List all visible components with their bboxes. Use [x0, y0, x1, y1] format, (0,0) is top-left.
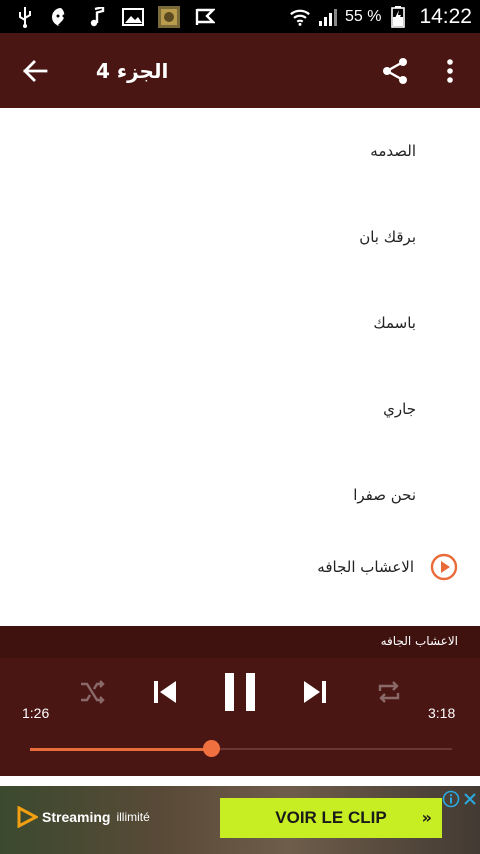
back-button[interactable]	[0, 33, 70, 108]
more-vertical-icon	[447, 58, 453, 83]
track-title: جاري	[383, 400, 416, 418]
ad-info-icon[interactable]	[442, 790, 460, 808]
ad-banner[interactable]: Streaming illimité VOIR LE CLIP »	[0, 786, 480, 854]
notification-icons	[0, 5, 216, 28]
skip-next-icon	[304, 681, 326, 703]
image-icon	[122, 6, 144, 28]
pause-button[interactable]	[218, 670, 262, 714]
list-item[interactable]: الصدمه	[0, 108, 480, 194]
share-icon	[383, 57, 407, 84]
ad-cta-chevron: »	[421, 808, 432, 827]
track-title: باسمك	[373, 314, 416, 332]
overflow-menu-button[interactable]	[428, 33, 472, 108]
seek-thumb[interactable]	[203, 740, 221, 757]
app-thumbnail-icon	[158, 5, 180, 28]
seek-bar[interactable]	[30, 740, 452, 757]
chat-bubble-icon	[50, 6, 72, 28]
media-player: الاعشاب الجافه 1:26 3:18	[0, 626, 480, 776]
list-item[interactable]: برقك بان	[0, 194, 480, 280]
battery-percent: 55 %	[344, 7, 382, 25]
skip-previous-icon	[154, 681, 176, 703]
seek-progress	[30, 748, 212, 751]
ad-brand-name: Streaming	[42, 809, 111, 825]
elapsed-time: 1:26	[22, 705, 50, 721]
app-screen: 55 % 14:22 الجزء 4 الصدمه برقك بان باسمك	[0, 0, 480, 854]
track-title: الاعشاب الجافه	[317, 558, 414, 576]
status-bar: 55 % 14:22	[0, 0, 480, 33]
list-item[interactable]: باسمك	[0, 280, 480, 366]
track-title: الصدمه	[370, 142, 416, 160]
system-icons: 55 % 14:22	[289, 5, 480, 29]
track-list: الصدمه برقك بان باسمك جاري نحن صفرا الاع…	[0, 108, 480, 626]
list-item-playing[interactable]: الاعشاب الجافه	[0, 524, 480, 610]
previous-button[interactable]	[148, 674, 182, 710]
shuffle-icon	[81, 680, 105, 704]
clock: 14:22	[419, 4, 472, 28]
list-item[interactable]: جاري	[0, 366, 480, 452]
now-playing-title: الاعشاب الجافه	[380, 634, 458, 648]
battery-charging-icon	[387, 5, 409, 28]
check-flag-icon	[194, 6, 216, 28]
now-playing-bar: الاعشاب الجافه	[0, 626, 480, 658]
ad-cta-label: VOIR LE CLIP	[275, 808, 387, 827]
share-button[interactable]	[370, 33, 420, 108]
ad-cta-button[interactable]: VOIR LE CLIP »	[220, 798, 442, 838]
music-note-icon	[86, 6, 108, 28]
play-triangle-icon	[17, 806, 38, 828]
usb-icon	[14, 6, 36, 28]
track-title: نحن صفرا	[353, 486, 416, 504]
repeat-button[interactable]	[372, 676, 406, 708]
ad-brand-logo: Streaming illimité	[16, 806, 150, 828]
ad-brand-sub: illimité	[116, 810, 150, 824]
pause-icon	[225, 673, 255, 711]
duration-time: 3:18	[428, 705, 456, 721]
repeat-icon	[378, 681, 400, 703]
next-button[interactable]	[298, 674, 332, 710]
now-playing-icon	[430, 553, 458, 581]
shuffle-button[interactable]	[76, 676, 108, 708]
track-title: برقك بان	[359, 228, 416, 246]
ad-close-icon[interactable]	[462, 790, 478, 808]
signal-icon	[317, 6, 339, 28]
page-title: الجزء 4	[96, 58, 169, 83]
app-toolbar: الجزء 4	[0, 33, 480, 108]
wifi-icon	[289, 6, 311, 28]
arrow-back-icon	[23, 59, 48, 82]
